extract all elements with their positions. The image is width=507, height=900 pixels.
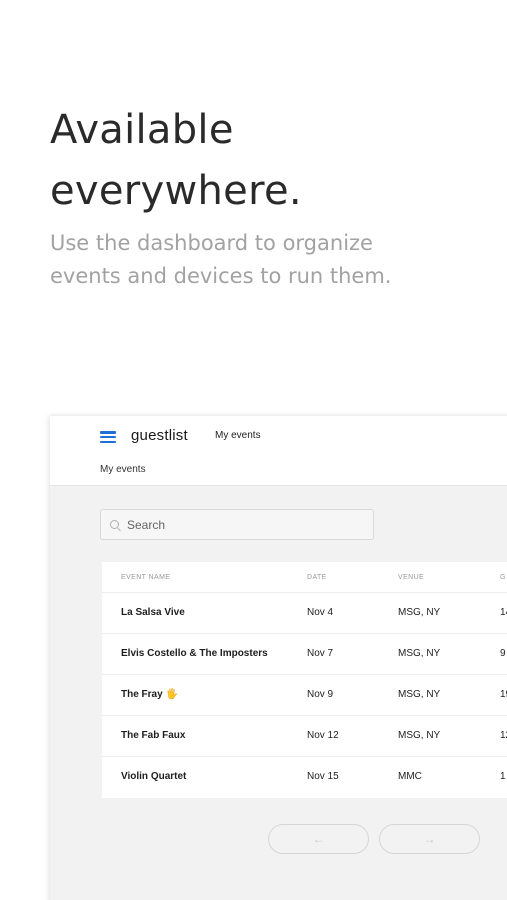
brand-logo[interactable]: guestlist — [131, 427, 188, 444]
hero-subtitle-line-1: Use the dashboard to organize — [50, 231, 373, 255]
event-guests: 9 — [500, 648, 506, 659]
nav-my-events[interactable]: My events — [215, 430, 261, 441]
column-header-venue[interactable]: VENUE — [398, 574, 424, 581]
app-header: guestlist My events My events — [50, 416, 507, 486]
event-name: Violin Quartet — [121, 771, 187, 782]
column-header-guests[interactable]: G — [500, 574, 506, 581]
column-header-event-name[interactable]: EVENT NAME — [121, 574, 170, 581]
event-venue: MSG, NY — [398, 648, 441, 659]
hero-subtitle-line-2: events and devices to run them. — [50, 264, 392, 288]
table-header: EVENT NAME DATE VENUE G — [102, 562, 507, 593]
event-guests: 12 — [500, 730, 507, 741]
events-table: EVENT NAME DATE VENUE G La Salsa Vive No… — [102, 562, 507, 798]
event-venue: MSG, NY — [398, 607, 441, 618]
event-venue: MSG, NY — [398, 689, 441, 700]
hero-title-line-1: Available — [50, 107, 234, 153]
table-row[interactable]: Elvis Costello & The Imposters Nov 7 MSG… — [102, 634, 507, 675]
next-page-button[interactable]: → — [379, 824, 480, 854]
event-date: Nov 4 — [307, 607, 334, 618]
table-row[interactable]: The Fab Faux Nov 12 MSG, NY 12 — [102, 716, 507, 757]
search-icon — [110, 520, 119, 529]
event-date: Nov 12 — [307, 730, 339, 741]
event-venue: MMC — [398, 771, 422, 782]
hero-title-line-2: everywhere. — [50, 168, 302, 214]
event-guests: 14 — [500, 607, 507, 618]
table-row[interactable]: La Salsa Vive Nov 4 MSG, NY 14 — [102, 593, 507, 634]
search-input[interactable] — [127, 510, 367, 539]
table-row[interactable]: The Fray 🖐 Nov 9 MSG, NY 19 — [102, 675, 507, 716]
event-date: Nov 9 — [307, 689, 334, 700]
event-name: The Fab Faux — [121, 730, 186, 741]
event-guests: 1 — [500, 771, 506, 782]
hero-subtitle: Use the dashboard to organize events and… — [50, 227, 450, 293]
search-box[interactable] — [100, 509, 374, 540]
event-guests: 19 — [500, 689, 507, 700]
event-name: La Salsa Vive — [121, 607, 185, 618]
event-date: Nov 15 — [307, 771, 339, 782]
previous-page-button[interactable]: ← — [268, 824, 369, 854]
event-name: Elvis Costello & The Imposters — [121, 648, 268, 659]
hero-title: Available everywhere. — [50, 100, 302, 222]
event-venue: MSG, NY — [398, 730, 441, 741]
hamburger-menu-icon[interactable] — [100, 431, 116, 443]
column-header-date[interactable]: DATE — [307, 574, 327, 581]
dashboard-preview: guestlist My events My events EVENT NAME… — [50, 416, 507, 900]
breadcrumb: My events — [100, 464, 146, 475]
event-date: Nov 7 — [307, 648, 334, 659]
event-name: The Fray 🖐 — [121, 689, 178, 700]
table-row[interactable]: Violin Quartet Nov 15 MMC 1 — [102, 757, 507, 798]
